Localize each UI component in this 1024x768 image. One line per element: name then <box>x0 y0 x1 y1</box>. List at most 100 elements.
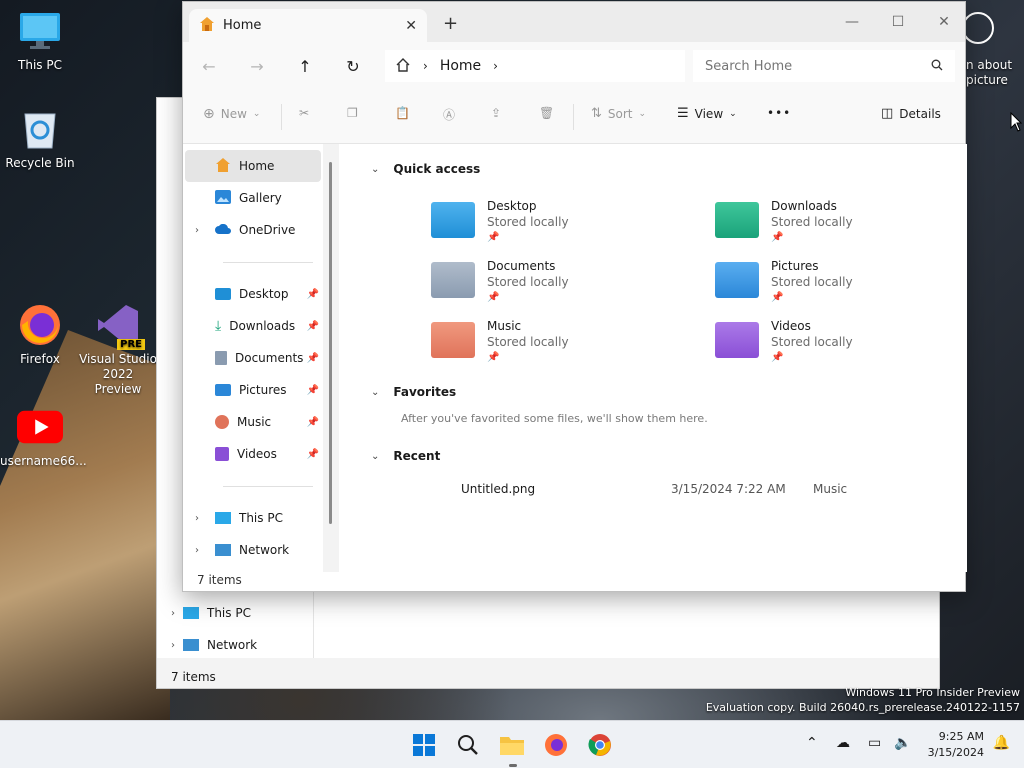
nav-item-music[interactable]: Music 📌 <box>185 406 321 438</box>
details-label: Details <box>899 106 941 121</box>
back-arrow-icon[interactable]: ← <box>199 56 219 76</box>
more-options-icon[interactable]: ••• <box>767 106 791 120</box>
section-recent[interactable]: ⌄ Recent <box>371 449 440 463</box>
nav-item-this-pc[interactable]: › This PC <box>185 502 321 534</box>
nav-item-home[interactable]: Home <box>185 150 321 182</box>
nav-scrollbar[interactable] <box>329 162 332 524</box>
chevron-down-icon[interactable]: ⌄ <box>371 451 379 462</box>
taskbar-clock[interactable]: 9:25 AM 3/15/2024 <box>928 729 984 761</box>
quick-access-documents[interactable]: Documents Stored locally 📌 <box>431 258 569 306</box>
breadcrumb-home[interactable]: Home <box>440 58 481 74</box>
delete-icon[interactable]: 🗑 <box>539 106 554 120</box>
file-explorer-window[interactable]: Home ✕ + — ☐ ✕ ← → ↑ ↻ › Home › Search H… <box>182 1 967 592</box>
close-tab-icon[interactable]: ✕ <box>405 18 417 34</box>
forward-arrow-icon[interactable]: → <box>247 56 267 76</box>
back-nav-item-this-pc[interactable]: › This PC <box>171 606 251 620</box>
nav-item-desktop[interactable]: Desktop 📌 <box>185 278 321 310</box>
minimize-icon[interactable]: — <box>829 8 875 36</box>
cut-icon[interactable]: ✂ <box>299 106 309 120</box>
chevron-right-icon[interactable]: › <box>195 513 199 524</box>
share-icon[interactable]: ⇪ <box>491 106 501 120</box>
desktop-icon-label: username66... <box>0 454 87 468</box>
home-outline-icon[interactable] <box>395 57 411 76</box>
desktop-icon-recycle-bin[interactable]: Recycle Bin <box>0 106 80 171</box>
up-arrow-icon[interactable]: ↑ <box>295 56 315 76</box>
tab-home[interactable]: Home ✕ <box>189 9 427 42</box>
desktop-icon-youtube[interactable]: username66... <box>0 404 87 469</box>
recent-file-row[interactable]: Untitled.png 3/15/2024 7:22 AM Music <box>461 482 881 496</box>
nav-item-videos[interactable]: Videos 📌 <box>185 438 321 470</box>
chevron-right-icon[interactable]: › <box>195 545 199 556</box>
rename-icon[interactable]: Ⓐ <box>443 106 455 123</box>
search-icon[interactable] <box>931 59 943 74</box>
volume-muted-icon[interactable]: 🔈 <box>894 735 911 751</box>
quick-access-desktop[interactable]: Desktop Stored locally 📌 <box>431 198 569 246</box>
music-icon <box>215 415 229 429</box>
new-button[interactable]: ⊕ New ⌄ <box>203 106 260 122</box>
start-windows-icon[interactable] <box>410 731 438 759</box>
copy-icon[interactable]: ❐ <box>347 106 358 120</box>
quick-access-music[interactable]: Music Stored locally 📌 <box>431 318 569 366</box>
notification-bell-icon[interactable]: 🔔 <box>993 735 1010 751</box>
firefox-taskbar-icon[interactable] <box>542 731 570 759</box>
desktop-icon-firefox[interactable]: Firefox <box>0 302 80 367</box>
monitor-icon <box>17 8 63 54</box>
folder-subtitle: Stored locally <box>771 335 853 349</box>
toolbar-divider <box>573 104 574 130</box>
search-box[interactable] <box>693 50 955 82</box>
paste-icon[interactable]: 📋 <box>395 106 410 120</box>
new-tab-icon[interactable]: + <box>443 13 458 34</box>
maximize-icon[interactable]: ☐ <box>875 8 921 36</box>
video-icon <box>215 447 229 461</box>
nav-item-label: OneDrive <box>239 223 296 237</box>
sort-label: Sort <box>607 106 633 121</box>
cloud-sync-off-icon[interactable]: ☁ <box>836 735 850 751</box>
recycle-bin-icon <box>17 106 63 152</box>
chevron-right-icon[interactable]: › <box>423 59 428 73</box>
search-input[interactable] <box>705 58 905 74</box>
nav-item-documents[interactable]: Documents 📌 <box>185 342 321 374</box>
quick-access-videos[interactable]: Videos Stored locally 📌 <box>715 318 853 366</box>
chevron-right-icon[interactable]: › <box>195 225 199 236</box>
cloud-icon <box>215 223 231 237</box>
network-status-icon[interactable]: ▭ <box>868 735 881 751</box>
nav-item-gallery[interactable]: Gallery <box>185 182 321 214</box>
sort-button[interactable]: ⇅ Sort ⌄ <box>591 106 646 121</box>
desktop-icon-visual-studio[interactable]: PRE Visual Studio 2022 Preview <box>78 302 158 397</box>
chrome-taskbar-icon[interactable] <box>586 731 614 759</box>
monitor-icon <box>215 512 231 524</box>
view-label: View <box>694 106 724 121</box>
pin-icon: 📌 <box>306 352 319 364</box>
folder-name: Downloads <box>771 199 837 213</box>
chevron-down-icon[interactable]: ⌄ <box>371 387 379 398</box>
chevron-right-icon[interactable]: › <box>493 59 498 73</box>
section-favorites[interactable]: ⌄ Favorites <box>371 385 456 399</box>
nav-item-pictures[interactable]: Pictures 📌 <box>185 374 321 406</box>
view-button[interactable]: ☰ View ⌄ <box>677 106 737 121</box>
back-nav-item-network[interactable]: › Network <box>171 638 257 652</box>
network-icon <box>215 544 231 556</box>
home-icon <box>199 16 215 35</box>
quick-access-downloads[interactable]: Downloads Stored locally 📌 <box>715 198 853 246</box>
search-icon[interactable] <box>454 731 482 759</box>
file-location: Music <box>813 482 848 496</box>
desktop-icon-this-pc[interactable]: This PC <box>0 8 80 73</box>
quick-access-pictures[interactable]: Pictures Stored locally 📌 <box>715 258 853 306</box>
folder-subtitle: Stored locally <box>771 275 853 289</box>
refresh-icon[interactable]: ↻ <box>343 56 363 76</box>
chevron-down-icon[interactable]: ⌄ <box>371 164 379 175</box>
nav-item-onedrive[interactable]: › OneDrive <box>185 214 321 246</box>
file-explorer-taskbar-icon[interactable] <box>498 731 526 767</box>
section-quick-access[interactable]: ⌄ Quick access <box>371 162 480 176</box>
title-bar[interactable]: Home ✕ + — ☐ ✕ <box>183 2 965 42</box>
new-label: New <box>220 107 247 121</box>
nav-item-network[interactable]: › Network <box>185 534 321 566</box>
nav-divider <box>223 262 313 263</box>
chevron-up-icon[interactable]: ⌃ <box>806 735 818 751</box>
nav-item-label: Home <box>239 159 275 173</box>
close-window-icon[interactable]: ✕ <box>921 8 967 36</box>
breadcrumb[interactable]: › Home › <box>385 50 685 82</box>
details-button[interactable]: ◫ Details <box>881 106 941 121</box>
nav-item-downloads[interactable]: ⤓ Downloads 📌 <box>185 310 321 342</box>
status-bar: 7 items <box>197 573 242 587</box>
